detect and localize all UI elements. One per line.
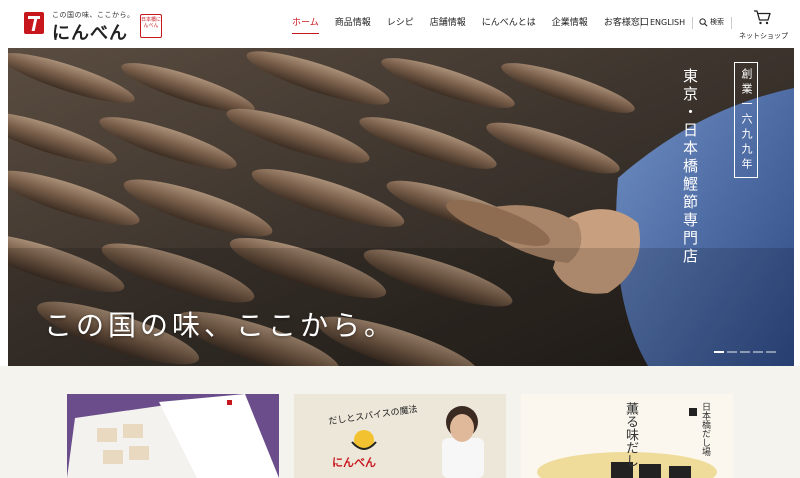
brand-mark-icon — [24, 12, 44, 34]
slider-dots — [714, 351, 776, 353]
logo-seal: 日本橋にんべん — [140, 14, 162, 38]
nav-divider — [692, 17, 693, 29]
logo-brand-name: にんべん — [52, 23, 128, 44]
dashi-headline: 薫る味だし — [623, 402, 638, 467]
net-shop-button[interactable]: ネットショップ — [739, 9, 788, 41]
search-icon — [699, 17, 708, 26]
slider-dot[interactable] — [740, 351, 750, 353]
nav-recipes[interactable]: レシピ — [387, 16, 414, 34]
search-button[interactable]: 検索 — [699, 17, 724, 27]
language-link[interactable]: ENGLISH — [650, 18, 685, 27]
hero-vertical-title: 東京・日本橋鰹節専門店 — [681, 68, 699, 266]
gift-box-image — [67, 394, 279, 478]
slider-dot[interactable] — [714, 351, 724, 353]
nav-products[interactable]: 商品情報 — [335, 16, 371, 34]
nav-divider — [640, 17, 641, 29]
dashi-side-text: 日本橋だし場 — [700, 402, 710, 456]
search-label: 検索 — [710, 18, 724, 26]
nav-about[interactable]: にんべんとは — [482, 16, 536, 34]
site-header: この国の味、ここから。 にんべん 日本橋にんべん ホーム 商品情報 レシピ 店舗… — [0, 0, 800, 48]
nav-home[interactable]: ホーム — [292, 16, 319, 34]
slider-dot[interactable] — [727, 351, 737, 353]
feature-section: だしとスパイスの魔法 にんべん 薫る味だし 日本橋だし場 — [0, 366, 800, 478]
nav-support[interactable]: お客様窓口 — [604, 16, 649, 34]
cart-icon — [754, 10, 771, 25]
nav-company[interactable]: 企業情報 — [552, 16, 588, 34]
hero-headline: この国の味、ここから。 — [44, 309, 397, 342]
nav-divider — [731, 17, 732, 29]
hero-since-text: 創業一六九九年 — [740, 68, 753, 173]
site-logo[interactable]: この国の味、ここから。 にんべん 日本橋にんべん — [24, 8, 164, 44]
hero-slider[interactable]: この国の味、ここから。 東京・日本橋鰹節専門店 創業一六九九年 — [8, 48, 794, 366]
feature-card-dashi[interactable]: 薫る味だし 日本橋だし場 — [521, 394, 733, 478]
nav-stores[interactable]: 店舗情報 — [430, 16, 466, 34]
main-nav: ホーム 商品情報 レシピ 店舗情報 にんべんとは 企業情報 お客様窓口 — [292, 16, 665, 34]
cart-label: ネットショップ — [739, 32, 788, 40]
spice-card-logo: にんべん — [332, 456, 376, 469]
feature-card-gift[interactable] — [67, 394, 279, 478]
feature-card-spice[interactable]: だしとスパイスの魔法 にんべん — [294, 394, 506, 478]
slider-dot[interactable] — [753, 351, 763, 353]
slider-dot[interactable] — [766, 351, 776, 353]
